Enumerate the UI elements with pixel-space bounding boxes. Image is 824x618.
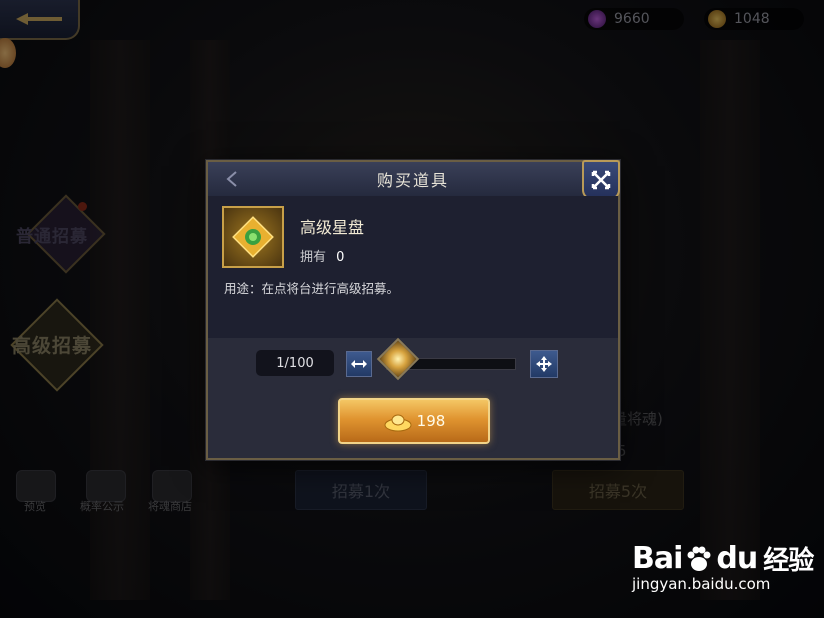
- gold-ingot-icon: [384, 414, 412, 432]
- item-usage: 用途：在点将台进行高级招募。: [224, 281, 400, 296]
- owned-value: 0: [336, 250, 345, 265]
- purchase-dialog: 购买道具 高级星盘 拥有 0 用途：在点将台进行高级招募。 1/100 198: [206, 160, 620, 460]
- owned-label: 拥有: [300, 250, 327, 265]
- quantity-slider-thumb[interactable]: [377, 337, 420, 381]
- decrease-button[interactable]: [346, 351, 372, 377]
- dialog-title: 购买道具: [376, 171, 449, 190]
- quantity-display: 1/100: [256, 350, 334, 376]
- close-button[interactable]: [582, 160, 620, 200]
- dialog-header: 购买道具: [208, 162, 618, 197]
- buy-button[interactable]: 198: [338, 398, 490, 444]
- watermark-url: jingyan.baidu.com: [632, 575, 771, 593]
- chevron-left-icon: [226, 171, 237, 187]
- minus-arrows-icon: [351, 360, 367, 368]
- watermark-brand3: 经验: [763, 546, 814, 576]
- watermark-brand2: du: [716, 541, 758, 576]
- baidu-watermark: Bai du 经验 jingyan.baidu.com: [632, 540, 814, 593]
- close-icon: [591, 170, 611, 190]
- owned-count: 拥有 0: [300, 246, 344, 265]
- plus-arrows-icon: [536, 356, 552, 372]
- item-name: 高级星盘: [300, 218, 365, 237]
- watermark-logo: Bai du 经验: [632, 540, 814, 577]
- item-info: 高级星盘 拥有 0 用途：在点将台进行高级招募。: [208, 196, 618, 338]
- star-disc-icon: [222, 206, 284, 268]
- price-value: 198: [416, 412, 446, 430]
- watermark-brand: Bai: [632, 541, 683, 576]
- purchase-controls: 1/100 198: [208, 337, 618, 458]
- paw-icon: [687, 546, 711, 571]
- increase-button[interactable]: [530, 350, 558, 378]
